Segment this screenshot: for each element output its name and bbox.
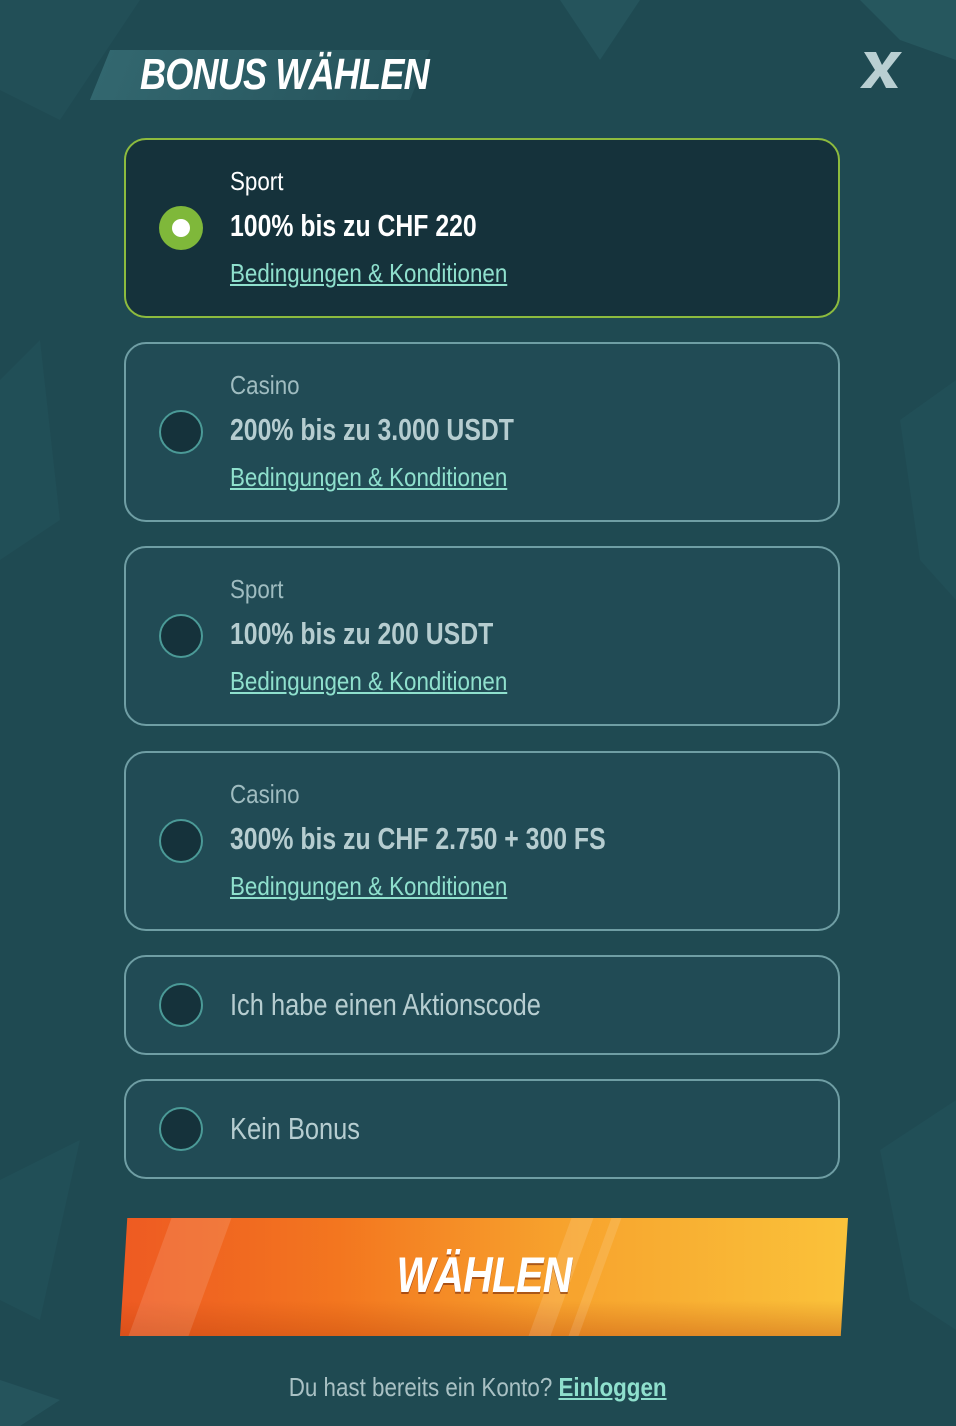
- radio-button[interactable]: [159, 614, 203, 658]
- bonus-selection-modal: BONUS WÄHLEN Sport 100% bis zu CHF 220 B…: [0, 0, 956, 1426]
- no-bonus-label: Kein Bonus: [230, 1111, 361, 1146]
- bonus-option-casino-chf2750[interactable]: Casino 300% bis zu CHF 2.750 + 300 FS Be…: [124, 751, 840, 931]
- choose-button-label: WÄHLEN: [396, 1247, 572, 1303]
- bonus-offer: 300% bis zu CHF 2.750 + 300 FS: [230, 821, 606, 856]
- login-link[interactable]: Einloggen: [559, 1372, 667, 1402]
- radio-button[interactable]: [159, 819, 203, 863]
- bonus-option-sport-usdt200[interactable]: Sport 100% bis zu 200 USDT Bedingungen &…: [124, 546, 840, 726]
- radio-button[interactable]: [159, 983, 203, 1027]
- bonus-category: Casino: [230, 779, 300, 809]
- terms-link[interactable]: Bedingungen & Konditionen: [230, 871, 507, 902]
- terms-link[interactable]: Bedingungen & Konditionen: [230, 666, 507, 697]
- radio-button-selected[interactable]: [159, 206, 203, 250]
- bonus-offer: 200% bis zu 3.000 USDT: [230, 412, 514, 447]
- promo-code-label: Ich habe einen Aktionscode: [230, 987, 541, 1022]
- close-button[interactable]: [856, 46, 906, 96]
- promo-code-option[interactable]: Ich habe einen Aktionscode: [124, 955, 840, 1055]
- bonus-category: Sport: [230, 166, 284, 196]
- bonus-category: Casino: [230, 370, 300, 400]
- bonus-option-sport-chf220[interactable]: Sport 100% bis zu CHF 220 Bedingungen & …: [124, 138, 840, 318]
- radio-button[interactable]: [159, 1107, 203, 1151]
- page-title: BONUS WÄHLEN: [140, 50, 430, 99]
- terms-link[interactable]: Bedingungen & Konditionen: [230, 462, 507, 493]
- terms-link[interactable]: Bedingungen & Konditionen: [230, 258, 507, 289]
- no-bonus-option[interactable]: Kein Bonus: [124, 1079, 840, 1179]
- radio-button[interactable]: [159, 410, 203, 454]
- bonus-category: Sport: [230, 574, 284, 604]
- bonus-offer: 100% bis zu 200 USDT: [230, 616, 494, 651]
- choose-button[interactable]: WÄHLEN: [120, 1218, 848, 1336]
- bonus-option-casino-usdt3000[interactable]: Casino 200% bis zu 3.000 USDT Bedingunge…: [124, 342, 840, 522]
- close-x-icon: [860, 52, 902, 88]
- bonus-offer: 100% bis zu CHF 220: [230, 208, 477, 243]
- login-prompt-text: Du hast bereits ein Konto?: [289, 1372, 553, 1402]
- login-prompt: Du hast bereits ein Konto? Einloggen: [0, 1372, 956, 1403]
